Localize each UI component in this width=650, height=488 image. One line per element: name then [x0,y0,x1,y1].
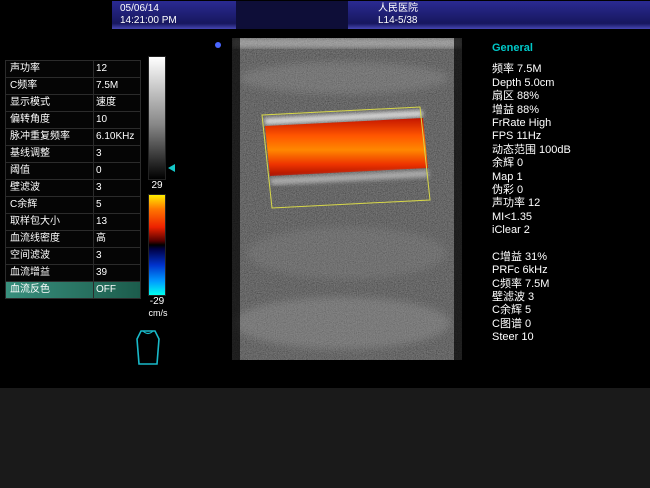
ultrasound-canvas [232,38,462,360]
param-row-prf[interactable]: 脉冲重复频率 6.10KHz [5,128,141,146]
time-text: 14:21:00 PM [120,15,228,27]
parameter-panel: 声功率 12 C频率 7.5M 显示模式 速度 偏转角度 10 脉冲重复频率 6… [5,61,141,299]
param-row-line-density[interactable]: 血流线密度 高 [5,230,141,248]
param-row-wall-filter[interactable]: 壁滤波 3 [5,179,141,197]
date-text: 05/06/14 [120,3,228,15]
param-label: 血流线密度 [6,231,93,247]
param-label: C余辉 [6,197,93,213]
ultrasound-screen: 05/06/14 14:21:00 PM 人民医院 L14-5/38 声功率 1… [0,0,650,488]
param-value: OFF [93,282,140,298]
info-line-mi: MI<1.35 [492,211,644,224]
info-line-c-gain: C增益 31% [492,251,644,264]
info-line-dynamic-range: 动态范围 100dB [492,144,644,157]
info-line-wall-filter: 壁滤波 3 [492,291,644,304]
info-line-gain: 增益 88% [492,104,644,117]
param-label: 阈值 [6,163,93,179]
param-row-c-persistence[interactable]: C余辉 5 [5,196,141,214]
hospital-name: 人民医院 [378,3,642,15]
param-row-threshold[interactable]: 阈值 0 [5,162,141,180]
param-row-steer-angle[interactable]: 偏转角度 10 [5,111,141,129]
param-value: 0 [93,163,140,179]
param-value: 7.5M [93,78,140,94]
info-line-framerate: FrRate High [492,117,644,130]
info-panel: General 频率 7.5M Depth 5.0cm 扇区 88% 增益 88… [492,42,644,345]
info-line-depth: Depth 5.0cm [492,77,644,90]
param-label: 声功率 [6,61,93,77]
param-value: 3 [93,146,140,162]
info-line-pseudocolor: 伪彩 0 [492,184,644,197]
param-label: 血流反色 [6,282,93,298]
info-panel-title: General [492,42,644,55]
param-label: 取样包大小 [6,214,93,230]
doppler-color-bar [148,194,166,296]
probe-model: L14-5/38 [378,15,642,27]
param-value: 12 [93,61,140,77]
info-line-fps: FPS 11Hz [492,130,644,143]
info-line-persistence: 余辉 0 [492,157,644,170]
param-row-flow-gain[interactable]: 血流增益 39 [5,264,141,282]
param-value: 3 [93,180,140,196]
param-value: 13 [93,214,140,230]
param-label: 空间滤波 [6,248,93,264]
focus-marker-icon [215,42,221,48]
param-label: 脉冲重复频率 [6,129,93,145]
param-row-flow-invert-selected[interactable]: 血流反色 OFF [5,281,141,299]
thumbnail-filmstrip: × × × × [0,388,650,488]
info-line-sector: 扇区 88% [492,90,644,103]
param-row-acoustic-power[interactable]: 声功率 12 [5,60,141,78]
ultrasound-image [232,38,462,360]
param-label: 偏转角度 [6,112,93,128]
grayscale-bar [148,56,166,180]
param-label: 基线调整 [6,146,93,162]
info-line-c-persistence: C余辉 5 [492,304,644,317]
info-line-prfc: PRFc 6kHz [492,264,644,277]
param-label: 血流增益 [6,265,93,281]
param-row-c-frequency[interactable]: C频率 7.5M [5,77,141,95]
param-value: 10 [93,112,140,128]
info-line-steer: Steer 10 [492,331,644,344]
param-row-spatial-filter[interactable]: 空间滤波 3 [5,247,141,265]
header-hospital: 人民医院 L14-5/38 [348,1,650,29]
param-value: 速度 [93,95,140,111]
header-datetime: 05/06/14 14:21:00 PM [112,1,236,29]
param-value: 3 [93,248,140,264]
velocity-max-label: 29 [144,180,170,191]
param-value: 高 [93,231,140,247]
info-line-map: Map 1 [492,171,644,184]
param-value: 6.10KHz [93,129,140,145]
param-label: 显示模式 [6,95,93,111]
info-line-c-frequency: C频率 7.5M [492,278,644,291]
param-row-display-mode[interactable]: 显示模式 速度 [5,94,141,112]
param-label: C频率 [6,78,93,94]
param-row-baseline[interactable]: 基线调整 3 [5,145,141,163]
info-line-frequency: 频率 7.5M [492,63,644,76]
param-label: 壁滤波 [6,180,93,196]
info-line-c-map: C图谱 0 [492,318,644,331]
param-value: 39 [93,265,140,281]
param-row-packet-size[interactable]: 取样包大小 13 [5,213,141,231]
info-line-acoustic-power: 声功率 12 [492,197,644,210]
doppler-flow-region [265,118,428,176]
velocity-min-label: -29 [144,296,170,307]
body-marker-icon [130,328,166,368]
baseline-marker-icon [168,164,175,172]
velocity-unit-label: cm/s [142,308,174,318]
param-value: 5 [93,197,140,213]
info-line-iclear: iClear 2 [492,224,644,237]
